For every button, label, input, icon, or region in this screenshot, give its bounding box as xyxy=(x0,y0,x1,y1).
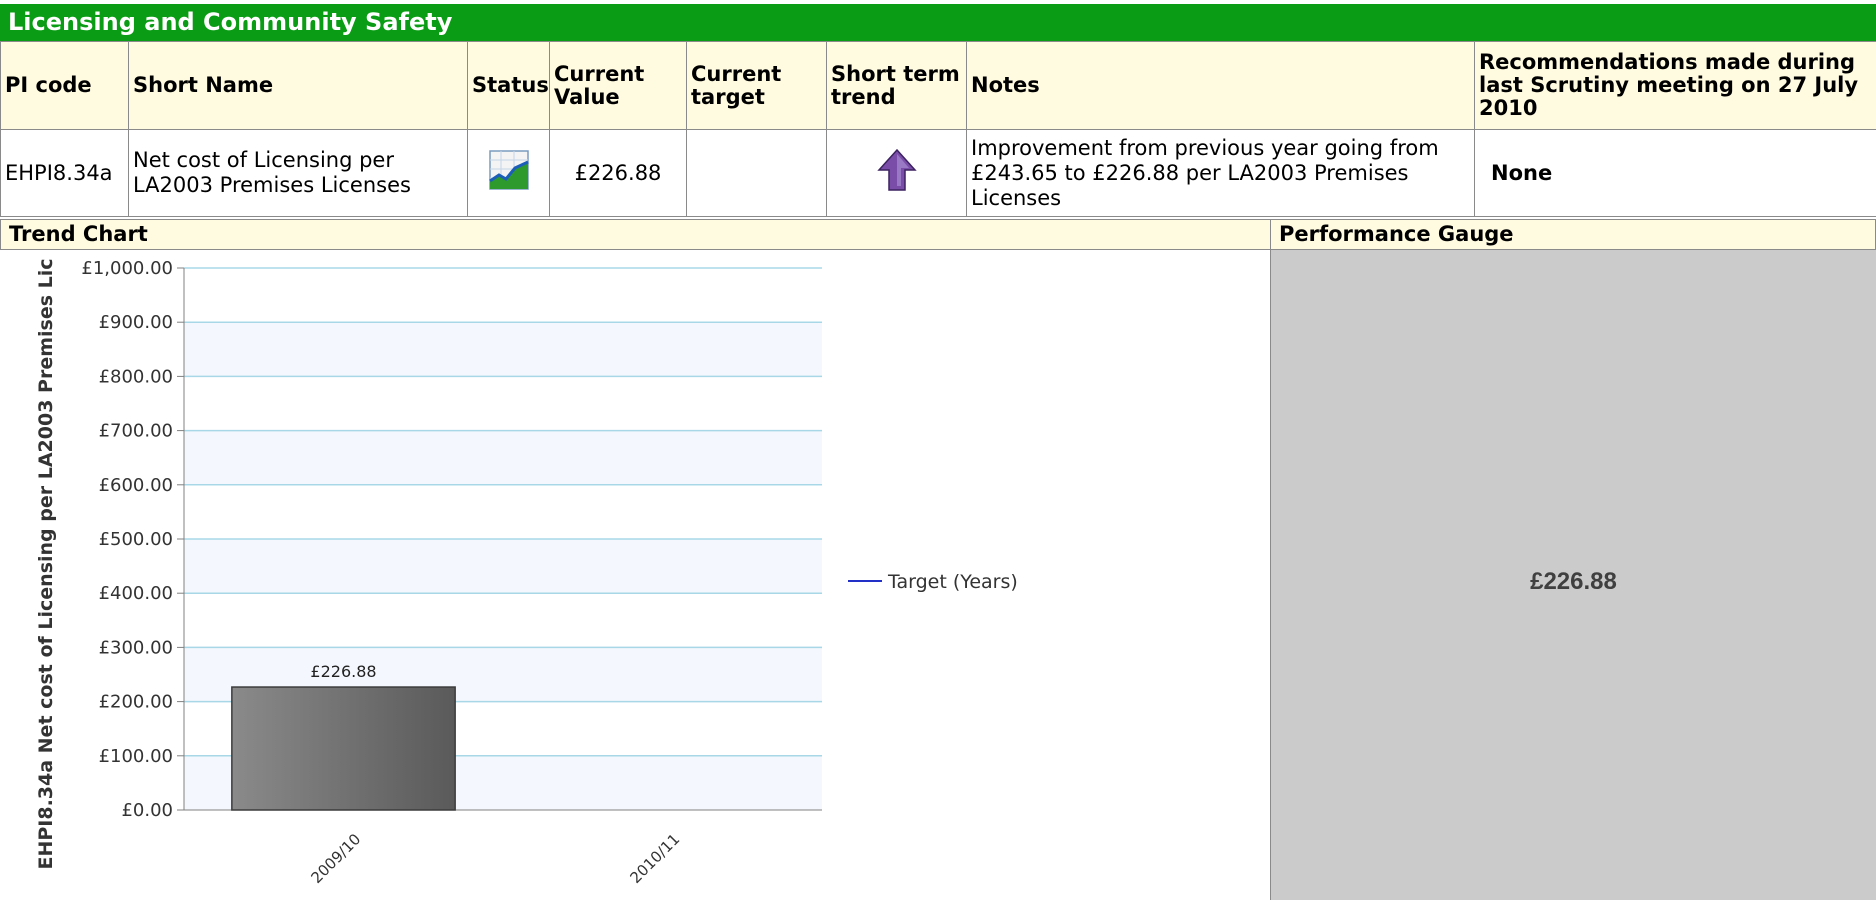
section-title: Licensing and Community Safety xyxy=(0,4,1876,41)
y-tick-label: £1,000.00 xyxy=(81,258,173,279)
bar xyxy=(231,686,456,811)
recommendations-cell: None xyxy=(1474,129,1876,217)
legend-label: Target (Years) xyxy=(887,571,1018,593)
trend-chart-label: Trend Chart xyxy=(0,219,1271,250)
y-tick-label: £400.00 xyxy=(99,583,173,604)
y-axis-title: EHPI8.34a Net cost of Licensing per LA20… xyxy=(35,258,57,869)
chart-band xyxy=(184,430,822,485)
trend-chart: £0.00 £100.00 £200.00 £300.00 £400.00 £500.00… xyxy=(0,250,1270,900)
y-tick-label: £300.00 xyxy=(99,637,173,658)
trend-cell xyxy=(826,129,967,217)
x-tick-label: 2009/10 xyxy=(308,830,365,887)
header-notes: Notes xyxy=(966,41,1475,130)
performance-gauge-label: Performance Gauge xyxy=(1270,219,1876,250)
y-tick-label: £500.00 xyxy=(99,529,173,550)
header-current-target: Current target xyxy=(686,41,827,130)
y-tick-label: £700.00 xyxy=(99,421,173,442)
current-value-cell: £226.88 xyxy=(549,129,687,217)
status-cell xyxy=(467,129,550,217)
chart-band xyxy=(184,539,822,594)
header-recommendations: Recommendations made during last Scrutin… xyxy=(1474,41,1876,130)
table-header-row: PI code Short Name Status Current Value … xyxy=(0,41,1876,130)
chart-band xyxy=(184,322,822,377)
pi-code-cell: EHPI8.34a xyxy=(0,129,129,217)
notes-cell: Improvement from previous year going fro… xyxy=(966,129,1475,217)
performance-gauge: £226.88 xyxy=(1270,250,1876,900)
data-only-chart-icon xyxy=(487,148,531,192)
header-status: Status xyxy=(467,41,550,130)
pi-table: PI code Short Name Status Current Value … xyxy=(0,41,1876,217)
header-short-term-trend: Short term trend xyxy=(826,41,967,130)
header-short-name: Short Name xyxy=(128,41,468,130)
gauge-value: £226.88 xyxy=(1530,568,1617,595)
y-tick-label: £800.00 xyxy=(99,366,173,387)
table-row: EHPI8.34a Net cost of Licensing per LA20… xyxy=(0,129,1876,217)
y-tick-label: £900.00 xyxy=(99,312,173,333)
y-tick-label: £200.00 xyxy=(99,692,173,713)
current-target-cell xyxy=(686,129,827,217)
short-name-cell: Net cost of Licensing per LA2003 Premise… xyxy=(128,129,468,217)
header-pi-code: PI code xyxy=(0,41,129,130)
x-tick-label: 2010/11 xyxy=(627,830,684,887)
data-label: £226.88 xyxy=(310,662,376,681)
y-tick-label: £0.00 xyxy=(121,800,173,821)
trend-chart-svg: £0.00 £100.00 £200.00 £300.00 £400.00 £500.00… xyxy=(35,258,1018,887)
y-tick-label: £100.00 xyxy=(99,746,173,767)
header-current-value: Current Value xyxy=(549,41,687,130)
y-tick-label: £600.00 xyxy=(99,475,173,496)
up-arrow-icon xyxy=(875,146,919,194)
